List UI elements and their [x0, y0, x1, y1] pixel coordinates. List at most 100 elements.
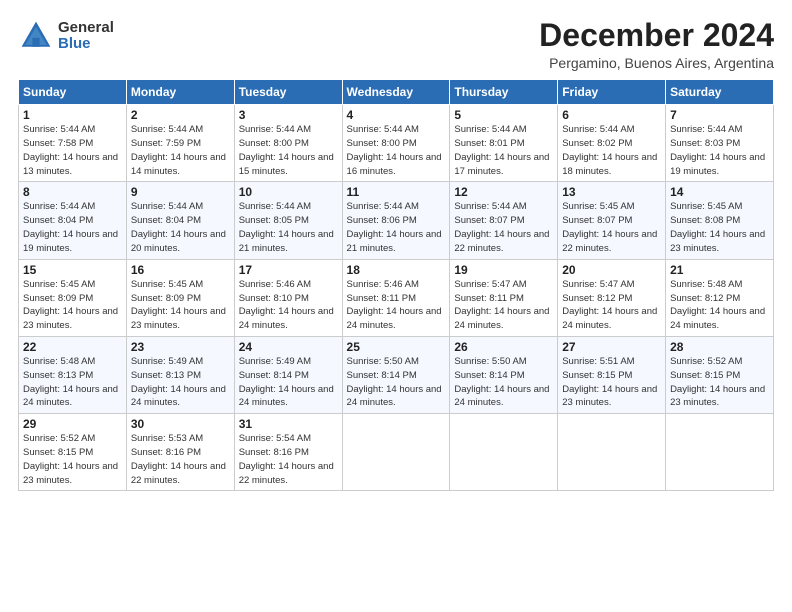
page: General Blue December 2024 Pergamino, Bu…: [0, 0, 792, 612]
calendar-cell: 21 Sunrise: 5:48 AMSunset: 8:12 PMDaylig…: [666, 259, 774, 336]
calendar-cell: [450, 414, 558, 491]
day-info: Sunrise: 5:47 AMSunset: 8:11 PMDaylight:…: [454, 279, 549, 331]
calendar-cell: 4 Sunrise: 5:44 AMSunset: 8:00 PMDayligh…: [342, 105, 450, 182]
calendar-cell: [558, 414, 666, 491]
day-number: 12: [454, 185, 553, 199]
calendar-cell: 2 Sunrise: 5:44 AMSunset: 7:59 PMDayligh…: [126, 105, 234, 182]
header: General Blue December 2024 Pergamino, Bu…: [18, 18, 774, 71]
day-number: 14: [670, 185, 769, 199]
day-number: 9: [131, 185, 230, 199]
day-info: Sunrise: 5:48 AMSunset: 8:12 PMDaylight:…: [670, 279, 765, 331]
day-number: 13: [562, 185, 661, 199]
day-info: Sunrise: 5:44 AMSunset: 8:07 PMDaylight:…: [454, 201, 549, 253]
day-number: 21: [670, 263, 769, 277]
calendar-cell: 11 Sunrise: 5:44 AMSunset: 8:06 PMDaylig…: [342, 182, 450, 259]
day-info: Sunrise: 5:50 AMSunset: 8:14 PMDaylight:…: [347, 356, 442, 408]
day-info: Sunrise: 5:45 AMSunset: 8:09 PMDaylight:…: [131, 279, 226, 331]
logo: General Blue: [18, 18, 114, 54]
day-number: 26: [454, 340, 553, 354]
day-number: 4: [347, 108, 446, 122]
logo-general-text: General: [58, 20, 114, 37]
day-number: 23: [131, 340, 230, 354]
logo-blue-text: Blue: [58, 36, 114, 53]
day-number: 19: [454, 263, 553, 277]
day-number: 28: [670, 340, 769, 354]
day-info: Sunrise: 5:49 AMSunset: 8:14 PMDaylight:…: [239, 356, 334, 408]
calendar-cell: [342, 414, 450, 491]
calendar-cell: 16 Sunrise: 5:45 AMSunset: 8:09 PMDaylig…: [126, 259, 234, 336]
calendar-cell: 14 Sunrise: 5:45 AMSunset: 8:08 PMDaylig…: [666, 182, 774, 259]
day-number: 22: [23, 340, 122, 354]
day-info: Sunrise: 5:44 AMSunset: 8:04 PMDaylight:…: [23, 201, 118, 253]
calendar-cell: 19 Sunrise: 5:47 AMSunset: 8:11 PMDaylig…: [450, 259, 558, 336]
day-info: Sunrise: 5:48 AMSunset: 8:13 PMDaylight:…: [23, 356, 118, 408]
day-number: 20: [562, 263, 661, 277]
day-info: Sunrise: 5:44 AMSunset: 8:01 PMDaylight:…: [454, 124, 549, 176]
calendar-cell: 10 Sunrise: 5:44 AMSunset: 8:05 PMDaylig…: [234, 182, 342, 259]
day-info: Sunrise: 5:45 AMSunset: 8:07 PMDaylight:…: [562, 201, 657, 253]
day-info: Sunrise: 5:44 AMSunset: 7:58 PMDaylight:…: [23, 124, 118, 176]
day-number: 31: [239, 417, 338, 431]
day-info: Sunrise: 5:44 AMSunset: 7:59 PMDaylight:…: [131, 124, 226, 176]
col-thursday: Thursday: [450, 80, 558, 105]
calendar-week-5: 29 Sunrise: 5:52 AMSunset: 8:15 PMDaylig…: [19, 414, 774, 491]
day-number: 30: [131, 417, 230, 431]
title-block: December 2024 Pergamino, Buenos Aires, A…: [539, 18, 774, 71]
day-info: Sunrise: 5:44 AMSunset: 8:00 PMDaylight:…: [239, 124, 334, 176]
calendar-cell: 30 Sunrise: 5:53 AMSunset: 8:16 PMDaylig…: [126, 414, 234, 491]
day-info: Sunrise: 5:47 AMSunset: 8:12 PMDaylight:…: [562, 279, 657, 331]
calendar-cell: 24 Sunrise: 5:49 AMSunset: 8:14 PMDaylig…: [234, 336, 342, 413]
col-friday: Friday: [558, 80, 666, 105]
col-sunday: Sunday: [19, 80, 127, 105]
day-info: Sunrise: 5:50 AMSunset: 8:14 PMDaylight:…: [454, 356, 549, 408]
calendar-cell: 13 Sunrise: 5:45 AMSunset: 8:07 PMDaylig…: [558, 182, 666, 259]
day-info: Sunrise: 5:52 AMSunset: 8:15 PMDaylight:…: [23, 433, 118, 485]
calendar-cell: 1 Sunrise: 5:44 AMSunset: 7:58 PMDayligh…: [19, 105, 127, 182]
calendar-cell: 6 Sunrise: 5:44 AMSunset: 8:02 PMDayligh…: [558, 105, 666, 182]
calendar-cell: 26 Sunrise: 5:50 AMSunset: 8:14 PMDaylig…: [450, 336, 558, 413]
day-number: 5: [454, 108, 553, 122]
day-number: 1: [23, 108, 122, 122]
logo-text: General Blue: [58, 20, 114, 53]
calendar-cell: 7 Sunrise: 5:44 AMSunset: 8:03 PMDayligh…: [666, 105, 774, 182]
day-info: Sunrise: 5:54 AMSunset: 8:16 PMDaylight:…: [239, 433, 334, 485]
day-number: 17: [239, 263, 338, 277]
calendar-cell: 31 Sunrise: 5:54 AMSunset: 8:16 PMDaylig…: [234, 414, 342, 491]
calendar-cell: 5 Sunrise: 5:44 AMSunset: 8:01 PMDayligh…: [450, 105, 558, 182]
day-number: 15: [23, 263, 122, 277]
calendar-cell: 3 Sunrise: 5:44 AMSunset: 8:00 PMDayligh…: [234, 105, 342, 182]
day-number: 10: [239, 185, 338, 199]
col-wednesday: Wednesday: [342, 80, 450, 105]
calendar-cell: 23 Sunrise: 5:49 AMSunset: 8:13 PMDaylig…: [126, 336, 234, 413]
logo-icon: [18, 18, 54, 54]
calendar-cell: [666, 414, 774, 491]
day-number: 8: [23, 185, 122, 199]
calendar-cell: 9 Sunrise: 5:44 AMSunset: 8:04 PMDayligh…: [126, 182, 234, 259]
day-info: Sunrise: 5:51 AMSunset: 8:15 PMDaylight:…: [562, 356, 657, 408]
subtitle: Pergamino, Buenos Aires, Argentina: [539, 55, 774, 71]
main-title: December 2024: [539, 18, 774, 53]
calendar-cell: 18 Sunrise: 5:46 AMSunset: 8:11 PMDaylig…: [342, 259, 450, 336]
calendar-week-2: 8 Sunrise: 5:44 AMSunset: 8:04 PMDayligh…: [19, 182, 774, 259]
day-number: 2: [131, 108, 230, 122]
day-number: 11: [347, 185, 446, 199]
day-number: 27: [562, 340, 661, 354]
calendar-cell: 28 Sunrise: 5:52 AMSunset: 8:15 PMDaylig…: [666, 336, 774, 413]
day-number: 3: [239, 108, 338, 122]
calendar-cell: 29 Sunrise: 5:52 AMSunset: 8:15 PMDaylig…: [19, 414, 127, 491]
day-number: 25: [347, 340, 446, 354]
calendar-cell: 12 Sunrise: 5:44 AMSunset: 8:07 PMDaylig…: [450, 182, 558, 259]
day-info: Sunrise: 5:44 AMSunset: 8:04 PMDaylight:…: [131, 201, 226, 253]
day-number: 7: [670, 108, 769, 122]
day-info: Sunrise: 5:44 AMSunset: 8:06 PMDaylight:…: [347, 201, 442, 253]
day-number: 29: [23, 417, 122, 431]
day-number: 18: [347, 263, 446, 277]
day-info: Sunrise: 5:44 AMSunset: 8:03 PMDaylight:…: [670, 124, 765, 176]
calendar-cell: 25 Sunrise: 5:50 AMSunset: 8:14 PMDaylig…: [342, 336, 450, 413]
col-tuesday: Tuesday: [234, 80, 342, 105]
day-info: Sunrise: 5:44 AMSunset: 8:05 PMDaylight:…: [239, 201, 334, 253]
calendar-cell: 8 Sunrise: 5:44 AMSunset: 8:04 PMDayligh…: [19, 182, 127, 259]
calendar-cell: 17 Sunrise: 5:46 AMSunset: 8:10 PMDaylig…: [234, 259, 342, 336]
day-number: 16: [131, 263, 230, 277]
day-info: Sunrise: 5:45 AMSunset: 8:09 PMDaylight:…: [23, 279, 118, 331]
